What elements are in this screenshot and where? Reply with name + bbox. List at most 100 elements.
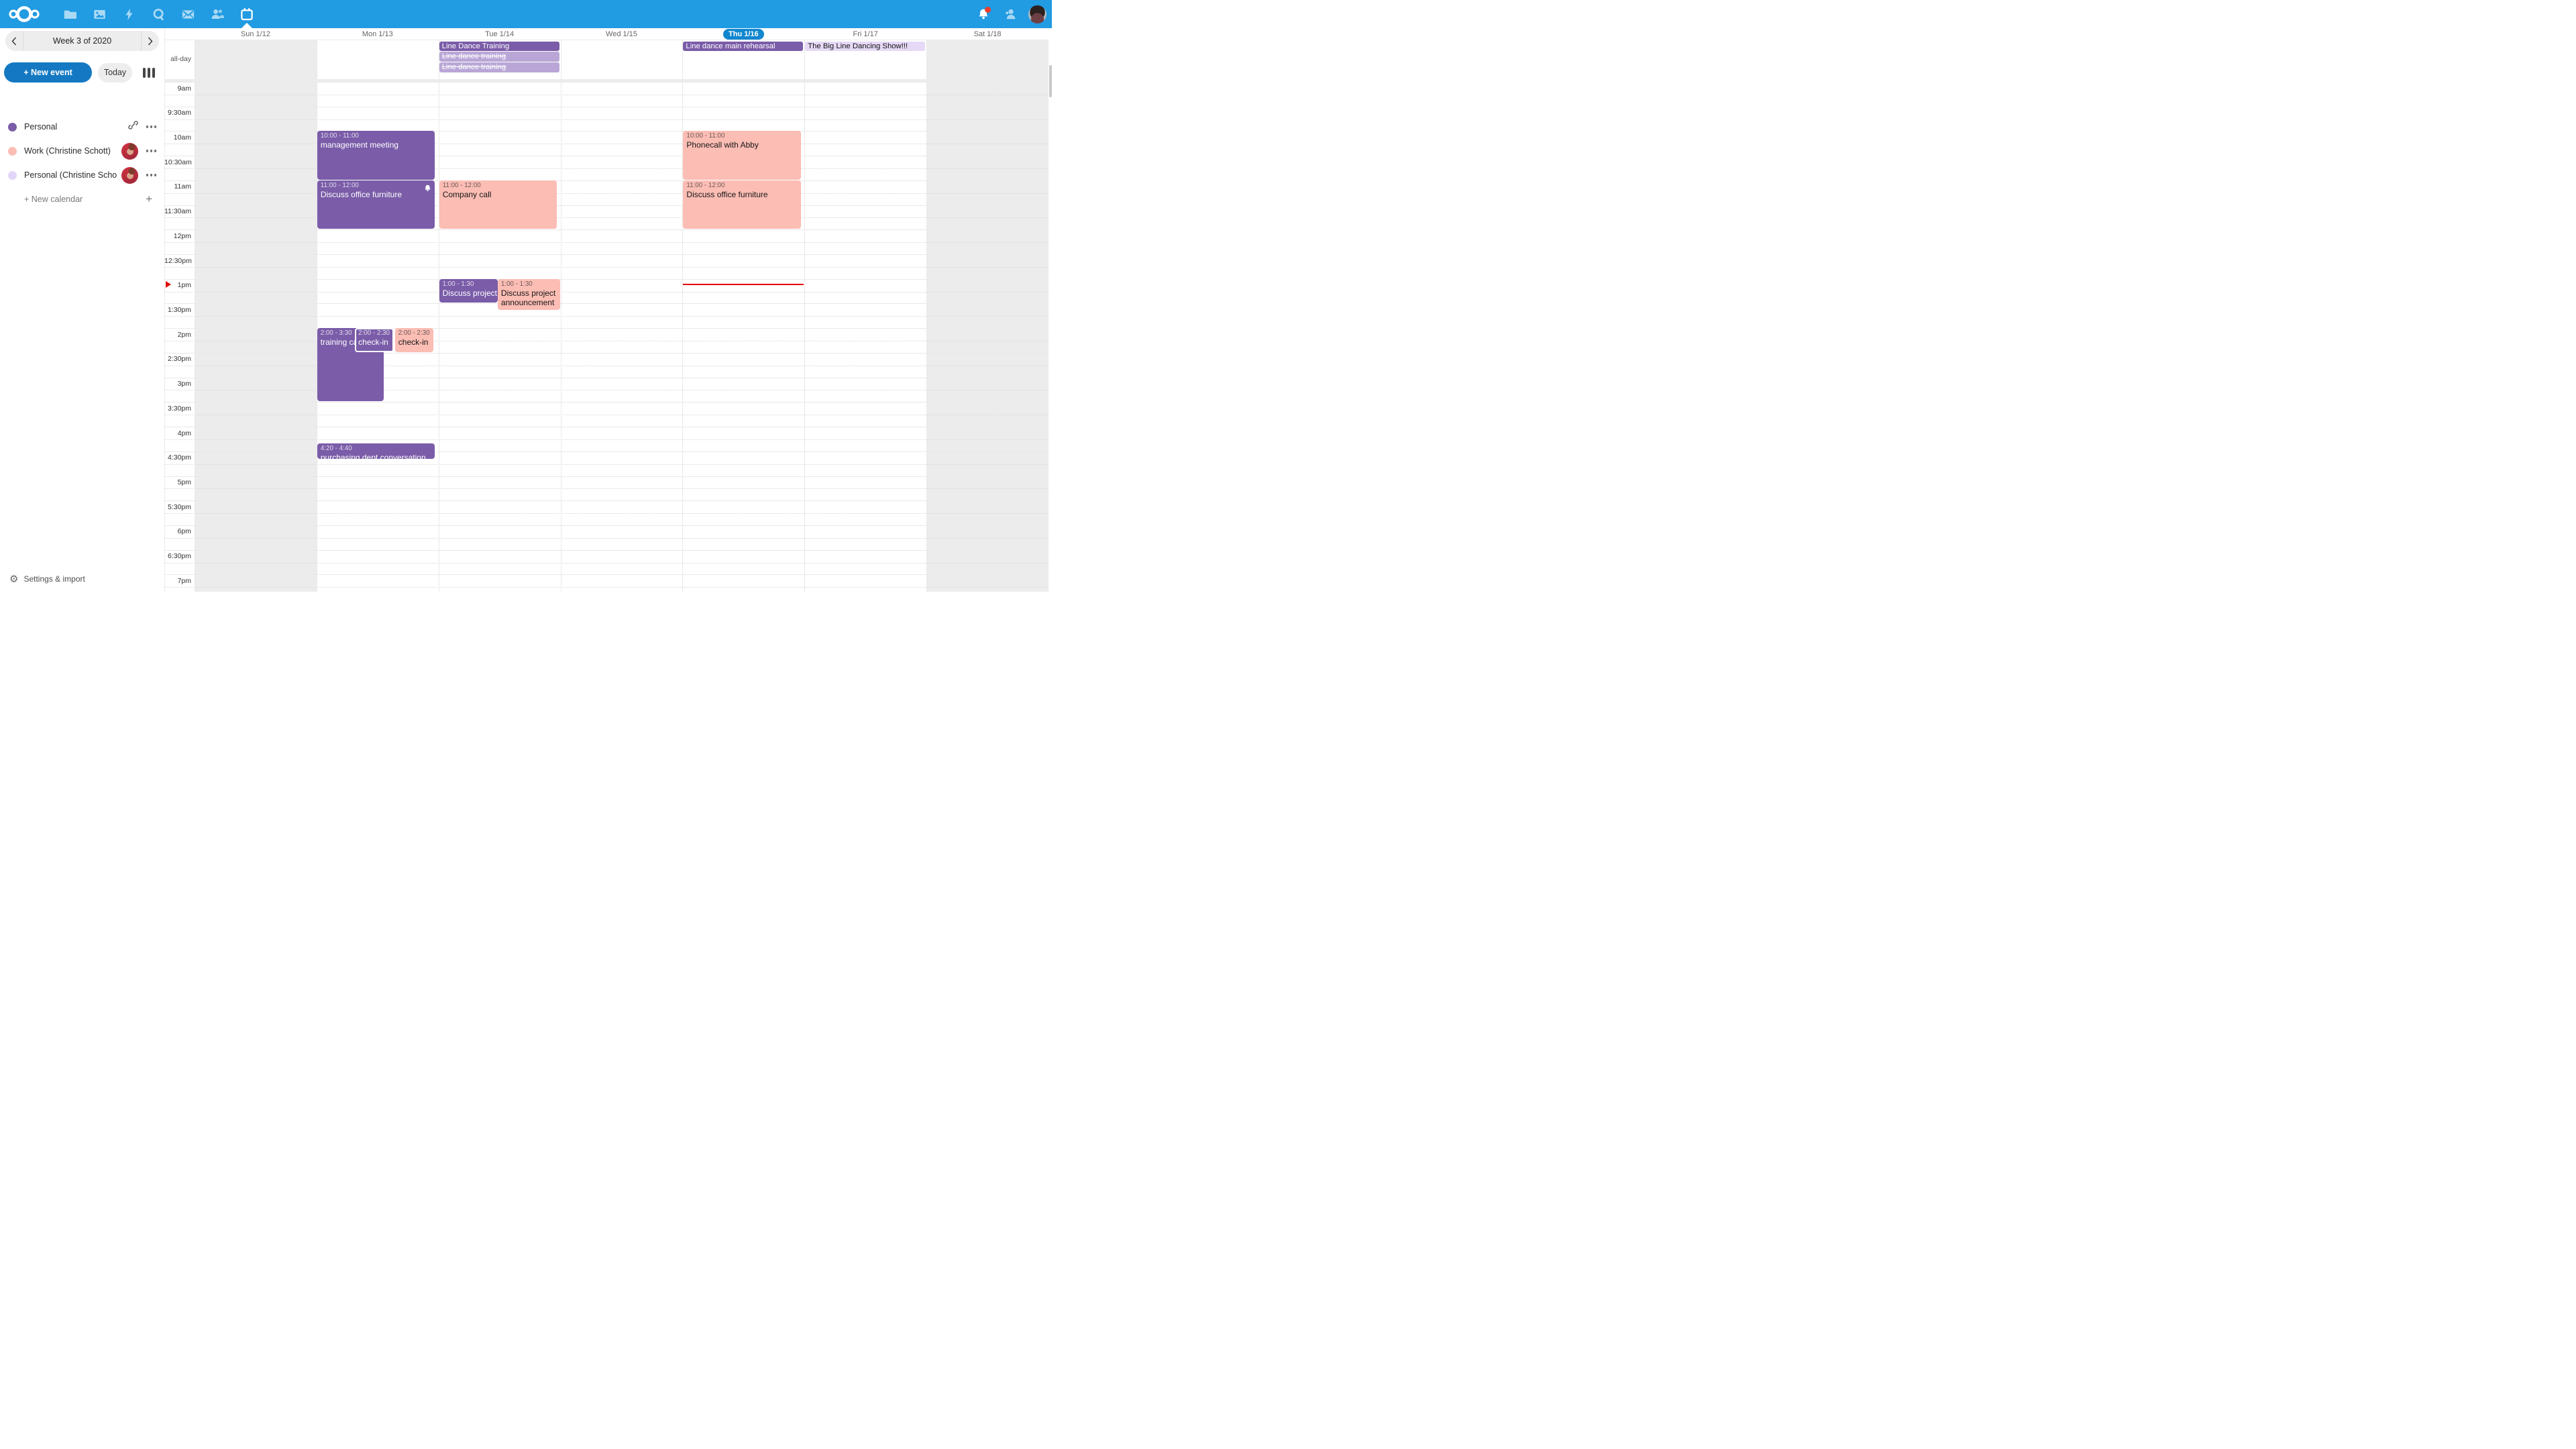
event-time: 2:00 - 2:30 [398,329,431,337]
calendar-list-item[interactable]: Work (Christine Schott) [0,139,164,163]
calendar-list-item[interactable]: Personal (Christine Scho… [0,163,164,187]
app-contacts-button[interactable] [203,0,232,28]
chevron-left-icon [11,37,17,46]
calendar-color-dot [8,123,17,131]
app-talk-button[interactable] [144,0,173,28]
quarter-hour-gridline [164,563,1049,564]
current-time-arrow [166,281,171,288]
settings-import-button[interactable]: ⚙ Settings & import [0,571,85,587]
app-mail-button[interactable] [173,0,203,28]
chevron-right-icon [148,37,153,46]
day-header-mon[interactable]: Mon 1/13 [317,28,439,40]
time-slot-row [164,550,1049,575]
calendar-actions-menu[interactable] [146,150,157,152]
event[interactable]: 2:00 - 2:30check-in [395,328,433,352]
week-label[interactable]: Week 3 of 2020 [23,31,142,51]
quarter-hour-gridline [164,119,1049,120]
day-header-label: Sat 1/18 [974,30,1002,38]
mail-icon [182,8,195,21]
day-header-label: Mon 1/13 [362,30,393,38]
time-label: 4pm [164,429,195,437]
calendar-actions-menu[interactable] [146,174,157,176]
scrollbar-thumb[interactable] [1049,65,1052,97]
time-label: 9:30am [164,109,195,117]
time-slot-row [164,402,1049,427]
quarter-hour-gridline [164,217,1049,218]
day-header-sun[interactable]: Sun 1/12 [195,28,317,40]
event[interactable]: 11:00 - 12:00Company call [439,180,557,229]
settings-import-label: Settings & import [23,574,85,584]
event[interactable]: 11:00 - 12:00Discuss office furniture [317,180,435,229]
next-week-button[interactable] [142,31,159,51]
calendar-icon [240,7,254,21]
allday-event[interactable]: Line dance training [439,52,559,62]
allday-event[interactable]: The Big Line Dancing Show!!! [805,42,925,52]
scrollbar-track[interactable] [1049,28,1052,592]
time-slot-row [164,378,1049,402]
time-label: 12pm [164,232,195,240]
time-slot-row [164,279,1049,304]
event-time: 11:00 - 12:00 [443,182,554,190]
today-button[interactable]: Today [98,63,132,83]
event[interactable]: 2:00 - 2:30check-in [355,328,394,352]
event[interactable]: 1:00 - 1:30Discuss project announcement [498,279,560,310]
week-navigator: Week 3 of 2020 [5,31,159,51]
time-slot-row [164,353,1049,378]
calendar-week-view: Sun 1/12 Mon 1/13 Tue 1/14 Wed 1/15 Thu 1/16… [164,28,1052,592]
contacts-menu-button[interactable] [1002,5,1019,23]
time-slot-row [164,156,1049,180]
event-title: Company call [443,190,554,200]
day-header-label: Sun 1/12 [241,30,270,38]
quarter-hour-gridline [164,439,1049,440]
day-header-tue[interactable]: Tue 1/14 [439,28,561,40]
new-calendar-label: + New calendar [24,195,146,204]
active-app-notch [241,23,252,28]
quarter-hour-gridline [164,587,1049,588]
app-calendar-button[interactable] [232,0,262,28]
sidebar: Week 3 of 2020 + New event Today Persona… [0,28,164,592]
column-gridline [804,40,805,592]
event[interactable]: 10:00 - 11:00management meeting [317,131,435,179]
quarter-hour-gridline [164,488,1049,489]
time-slot-row [164,82,1049,107]
event[interactable]: 11:00 - 12:00Discuss office furniture [683,180,800,229]
day-header-wed[interactable]: Wed 1/15 [561,28,683,40]
new-event-button[interactable]: + New event [4,62,92,83]
time-slot-row [164,476,1049,501]
time-label: 10am [164,133,195,142]
day-header-thu[interactable]: Thu 1/16 [682,28,804,40]
gear-icon: ⚙ [9,573,18,585]
new-calendar-button[interactable]: + New calendar+ [0,187,164,211]
allday-event[interactable]: Line dance training [439,62,559,72]
time-slot-row [164,525,1049,550]
calendar-actions-menu[interactable] [146,125,157,128]
time-label: 11:30am [164,207,195,215]
allday-event[interactable]: Line Dance Training [439,42,559,52]
event-time: 10:00 - 11:00 [686,132,798,140]
previous-week-button[interactable] [5,31,23,51]
event-title: Phonecall with Abby [686,140,798,150]
day-header-label: Wed 1/15 [606,30,637,38]
notifications-button[interactable] [975,5,992,23]
column-gridline [682,40,683,592]
plus-icon: + [146,193,152,206]
user-avatar[interactable] [1028,5,1046,23]
nextcloud-logo[interactable] [8,5,40,23]
calendar-name: Personal (Christine Scho… [24,170,117,180]
event[interactable]: 10:00 - 11:00Phonecall with Abby [683,131,800,179]
event[interactable]: 1:00 - 1:30Discuss project announcement [439,279,498,303]
event-title: check-in [358,337,391,347]
allday-event[interactable]: Line dance main rehearsal [683,42,803,52]
day-header-fri[interactable]: Fri 1/17 [804,28,926,40]
day-header-sat[interactable]: Sat 1/18 [926,28,1049,40]
app-files-button[interactable] [55,0,85,28]
app-photos-button[interactable] [85,0,114,28]
event[interactable]: 4:20 - 4:40purchasing dept conversation [317,443,435,459]
event-title: Discuss project announcement [501,288,557,308]
view-switcher-button[interactable] [143,68,156,78]
share-link-icon[interactable] [128,120,138,133]
calendar-list-item[interactable]: Personal [0,115,164,139]
app-activity-button[interactable] [114,0,144,28]
event-title: check-in [398,337,431,347]
user-icon [1004,7,1017,21]
